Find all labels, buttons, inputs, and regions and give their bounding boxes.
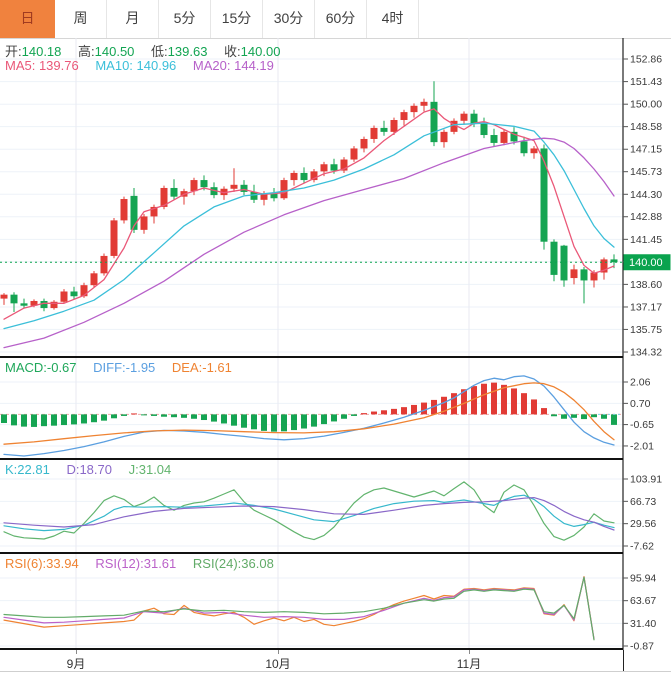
y-axis-tick-label: 145.73 (630, 166, 662, 178)
y-axis-tick-label: 138.60 (630, 279, 662, 291)
chart-application: 日周月5分15分30分60分4时 开:140.18 高:140.50 低:139… (0, 0, 671, 678)
x-axis-month-label: 9月 (67, 655, 86, 672)
close-value: 140.00 (241, 44, 281, 59)
last-price-label: 140.00 (629, 257, 663, 269)
tab-3[interactable]: 5分 (159, 0, 211, 38)
rsi6-value: RSI(6):33.94 (5, 556, 79, 571)
d-value: D:18.70 (66, 462, 112, 477)
rsi-readout: RSI(6):33.94 RSI(12):31.61 RSI(24):36.08 (5, 556, 287, 571)
y-axis-tick-label: 147.15 (630, 144, 662, 156)
y-axis-tick-label: 144.30 (630, 189, 662, 201)
j-value: J:31.04 (129, 462, 172, 477)
high-label: 高: (78, 44, 95, 59)
y-axis-tick-label: 0.70 (630, 398, 651, 410)
kdj-readout: K:22.81 D:18.70 J:31.04 (5, 462, 184, 477)
low-value: 139.63 (168, 44, 208, 59)
tab-4[interactable]: 15分 (211, 0, 263, 38)
y-axis-tick-label: -0.65 (630, 419, 654, 431)
y-axis-tick-label: 142.88 (630, 211, 662, 223)
open-value: 140.18 (22, 44, 62, 59)
dea-value: DEA:-1.61 (172, 360, 232, 375)
open-label: 开: (5, 44, 22, 59)
y-axis-tick-label: 29.56 (630, 518, 656, 530)
ma-readout: MA5: 139.76 MA10: 140.96 MA20: 144.19 (5, 58, 287, 73)
y-axis-tick-label: 66.73 (630, 496, 656, 508)
x-axis-tick (469, 650, 470, 654)
tab-0[interactable]: 日 (0, 0, 55, 38)
tab-6[interactable]: 60分 (315, 0, 367, 38)
y-axis-tick-label: 152.86 (630, 54, 662, 66)
ma20-value: MA20: 144.19 (193, 58, 274, 73)
timeframe-tabbar: 日周月5分15分30分60分4时 (0, 0, 671, 39)
tab-5[interactable]: 30分 (263, 0, 315, 38)
y-axis-tick-label: 95.94 (630, 573, 656, 585)
x-axis-month-label: 11月 (457, 655, 481, 672)
y-axis-tick-label: 103.91 (630, 474, 662, 486)
y-axis-tick-label: 137.17 (630, 301, 662, 313)
y-axis-tick-label: -7.62 (630, 540, 654, 552)
rsi12-value: RSI(12):31.61 (95, 556, 176, 571)
y-axis-tick-label: -0.87 (630, 641, 654, 650)
high-value: 140.50 (95, 44, 135, 59)
tab-7[interactable]: 4时 (367, 0, 419, 38)
y-axis-tick-label: 151.43 (630, 76, 662, 88)
y-axis-tick-label: 31.40 (630, 618, 656, 630)
x-axis-month-label: 10月 (265, 655, 290, 672)
axis-border (623, 650, 624, 671)
y-axis-tick-label: 63.67 (630, 595, 656, 607)
diff-value: DIFF:-1.95 (93, 360, 155, 375)
y-axis-tick-label: 148.58 (630, 121, 662, 133)
tab-2[interactable]: 月 (107, 0, 159, 38)
y-axis-tick-label: 134.32 (630, 347, 662, 358)
ma5-value: MA5: 139.76 (5, 58, 79, 73)
y-axis-tick-label: 2.06 (630, 377, 651, 389)
macd-readout: MACD:-0.67 DIFF:-1.95 DEA:-1.61 (5, 360, 245, 375)
x-axis: 9月 10月 11月 (0, 650, 671, 678)
rsi24-value: RSI(24):36.08 (193, 556, 274, 571)
y-axis-tick-label: 141.45 (630, 234, 662, 246)
low-label: 低: (151, 44, 168, 59)
x-axis-tick (278, 650, 279, 654)
tab-1[interactable]: 周 (55, 0, 107, 38)
x-axis-baseline (0, 671, 671, 672)
k-value: K:22.81 (5, 462, 50, 477)
y-axis-tick-label: 135.75 (630, 324, 662, 336)
macd-value: MACD:-0.67 (5, 360, 77, 375)
y-axis-tick-label: 150.00 (630, 99, 662, 111)
y-axis-tick-label: -2.01 (630, 440, 654, 452)
candlestick-chart[interactable]: 152.86 151.43 150.00 148.58 147.15 145.73 144.… (0, 38, 671, 358)
x-axis-tick (76, 650, 77, 654)
close-label: 收: (224, 44, 241, 59)
ma10-value: MA10: 140.96 (95, 58, 176, 73)
